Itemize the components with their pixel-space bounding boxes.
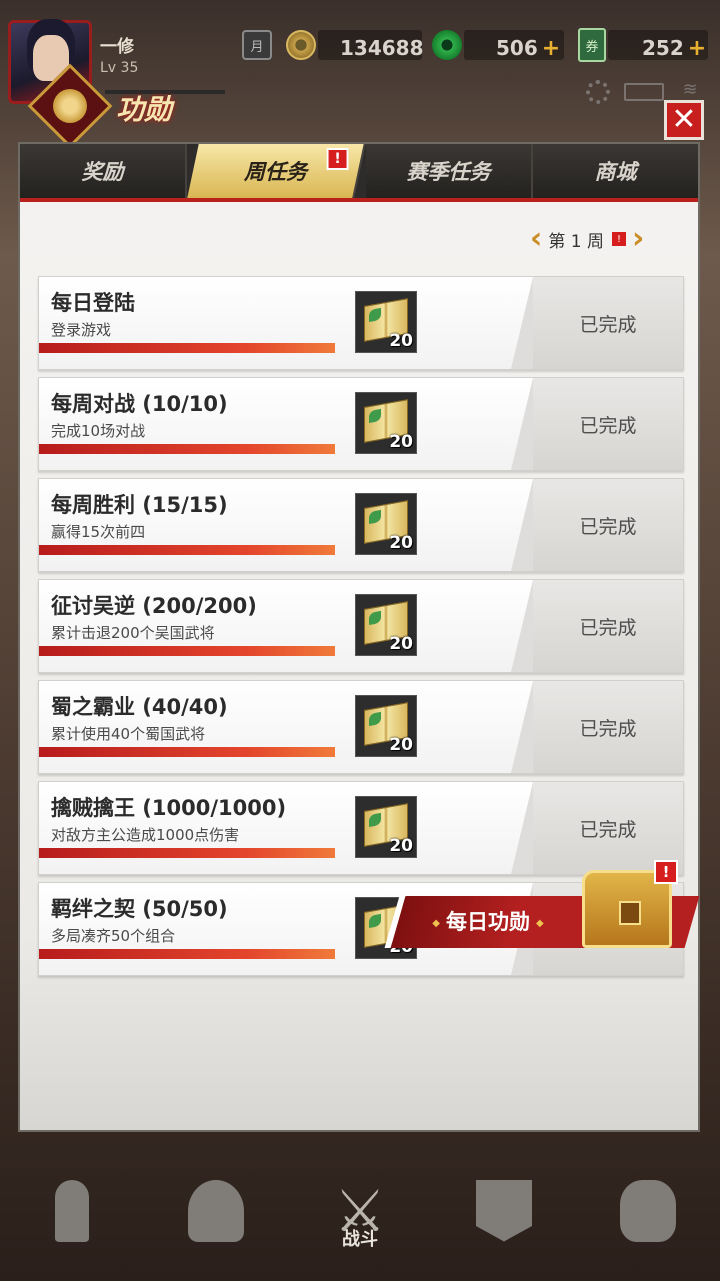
chest-alert-badge: !: [654, 860, 678, 884]
quest-progress-bar: [39, 949, 335, 959]
quest-progress-bar: [39, 747, 335, 757]
chevron-left-icon[interactable]: ‹: [530, 224, 542, 254]
nav-generals[interactable]: [171, 1161, 261, 1261]
quest-title: 每周对战 (10/10): [51, 392, 228, 416]
ticket-amount: 252: [642, 36, 684, 60]
reward-count: 20: [389, 331, 413, 351]
nav-faction[interactable]: [459, 1161, 549, 1261]
reward-count: 20: [389, 432, 413, 452]
helmet-icon: [188, 1179, 244, 1242]
quest-description: 赢得15次前四: [51, 523, 146, 541]
tab-rewards-label: 奖励: [81, 160, 124, 184]
tab-season-tasks-label: 赛季任务: [406, 160, 491, 184]
wifi-icon: ≋: [682, 79, 698, 100]
nav-bag[interactable]: [603, 1161, 693, 1261]
quest-progress-bar: [39, 646, 335, 656]
top-status-bar: 一修 Lv 35 月 134688 506 + 券 252 +: [0, 0, 720, 104]
gear-icon[interactable]: [586, 80, 610, 104]
month-card-icon[interactable]: 月: [242, 30, 272, 60]
chevron-right-icon[interactable]: ›: [632, 224, 644, 254]
jade-amount: 506: [496, 36, 538, 60]
quest-status: 已完成: [511, 479, 683, 571]
quest-item[interactable]: 蜀之霸业 (40/40) 累计使用40个蜀国武将 20 已完成: [38, 680, 684, 774]
quest-status: 已完成: [511, 378, 683, 470]
alert-badge: !: [326, 148, 349, 170]
quest-title: 羁绊之契 (50/50): [51, 897, 228, 921]
tab-shop[interactable]: 商城: [533, 144, 698, 198]
bottom-nav: ⚔ 战斗: [0, 1140, 720, 1281]
banner-icon: [476, 1179, 532, 1242]
reward-scroll-icon[interactable]: 20: [355, 392, 417, 454]
copper-coin-icon: [286, 30, 316, 60]
week-navigator: ‹ 第 1 周 ! ›: [530, 224, 644, 254]
page-title: 功勋: [116, 93, 173, 126]
quest-description: 对敌方主公造成1000点伤害: [51, 826, 240, 844]
tab-season-tasks[interactable]: 赛季任务: [366, 144, 533, 198]
reward-count: 20: [389, 836, 413, 856]
reward-scroll-icon[interactable]: 20: [355, 493, 417, 555]
quest-progress-bar: [39, 545, 335, 555]
quest-status: 已完成: [511, 580, 683, 672]
reward-count: 20: [389, 735, 413, 755]
quest-title: 蜀之霸业 (40/40): [51, 695, 228, 719]
portal-icon: [55, 1179, 89, 1242]
reward-scroll-icon[interactable]: 20: [355, 594, 417, 656]
close-button[interactable]: ✕: [664, 100, 704, 140]
jade-icon: [432, 30, 462, 60]
merit-panel: 奖励 周任务 ! 赛季任务 商城 ‹ 第 1 周 ! › 每日登陆 登录游戏 2…: [18, 142, 700, 1132]
quest-item[interactable]: 每周对战 (10/10) 完成10场对战 20 已完成: [38, 377, 684, 471]
nav-battle[interactable]: ⚔ 战斗: [315, 1161, 405, 1261]
quest-description: 累计使用40个蜀国武将: [51, 725, 206, 743]
tab-bar: 奖励 周任务 ! 赛季任务 商城: [20, 144, 698, 198]
quest-description: 完成10场对战: [51, 422, 146, 440]
player-level: Lv 35: [100, 60, 139, 76]
pouch-icon: [620, 1179, 676, 1242]
coin-amount: 134688: [340, 36, 424, 60]
tab-underline: [20, 198, 698, 202]
nav-battle-label: 战斗: [342, 1228, 378, 1250]
daily-merit-label: 每日功勋: [426, 906, 549, 936]
jade-amount-row[interactable]: 506 +: [496, 36, 560, 61]
quest-item[interactable]: 征讨吴逆 (200/200) 累计击退200个吴国武将 20 已完成: [38, 579, 684, 673]
reward-count: 20: [389, 634, 413, 654]
tab-weekly-tasks[interactable]: 周任务 !: [187, 144, 366, 198]
quest-title: 每周胜利 (15/15): [51, 493, 228, 517]
reward-scroll-icon[interactable]: 20: [355, 695, 417, 757]
quest-progress-bar: [39, 343, 335, 353]
reward-count: 20: [389, 533, 413, 553]
quest-item[interactable]: 每日登陆 登录游戏 20 已完成: [38, 276, 684, 370]
week-label: 第 1 周: [548, 231, 604, 252]
quest-status: 已完成: [511, 277, 683, 369]
week-alert-badge: !: [612, 232, 626, 246]
tab-rewards[interactable]: 奖励: [20, 144, 187, 198]
reward-scroll-icon[interactable]: 20: [355, 796, 417, 858]
ticket-icon: 券: [578, 28, 606, 62]
quest-description: 累计击退200个吴国武将: [51, 624, 215, 642]
ticket-amount-row[interactable]: 252 +: [642, 36, 706, 61]
tab-shop-label: 商城: [594, 160, 637, 184]
player-name: 一修: [100, 37, 134, 57]
quest-title: 征讨吴逆 (200/200): [51, 594, 257, 618]
battery-icon: [624, 83, 664, 101]
tab-weekly-tasks-label: 周任务: [244, 160, 307, 184]
jade-add-button[interactable]: +: [542, 36, 560, 61]
quest-title: 每日登陆: [51, 291, 135, 315]
quest-description: 登录游戏: [51, 321, 112, 339]
ticket-add-button[interactable]: +: [688, 36, 706, 61]
quest-progress-bar: [39, 444, 335, 454]
quest-item[interactable]: 每周胜利 (15/15) 赢得15次前四 20 已完成: [38, 478, 684, 572]
reward-scroll-icon[interactable]: 20: [355, 291, 417, 353]
quest-title: 擒贼擒王 (1000/1000): [51, 796, 287, 820]
quest-item[interactable]: 擒贼擒王 (1000/1000) 对敌方主公造成1000点伤害 20 已完成: [38, 781, 684, 875]
quest-description: 多局凑齐50个组合: [51, 927, 176, 945]
nav-portal[interactable]: [27, 1161, 117, 1261]
quest-status: 已完成: [511, 681, 683, 773]
quest-progress-bar: [39, 848, 335, 858]
